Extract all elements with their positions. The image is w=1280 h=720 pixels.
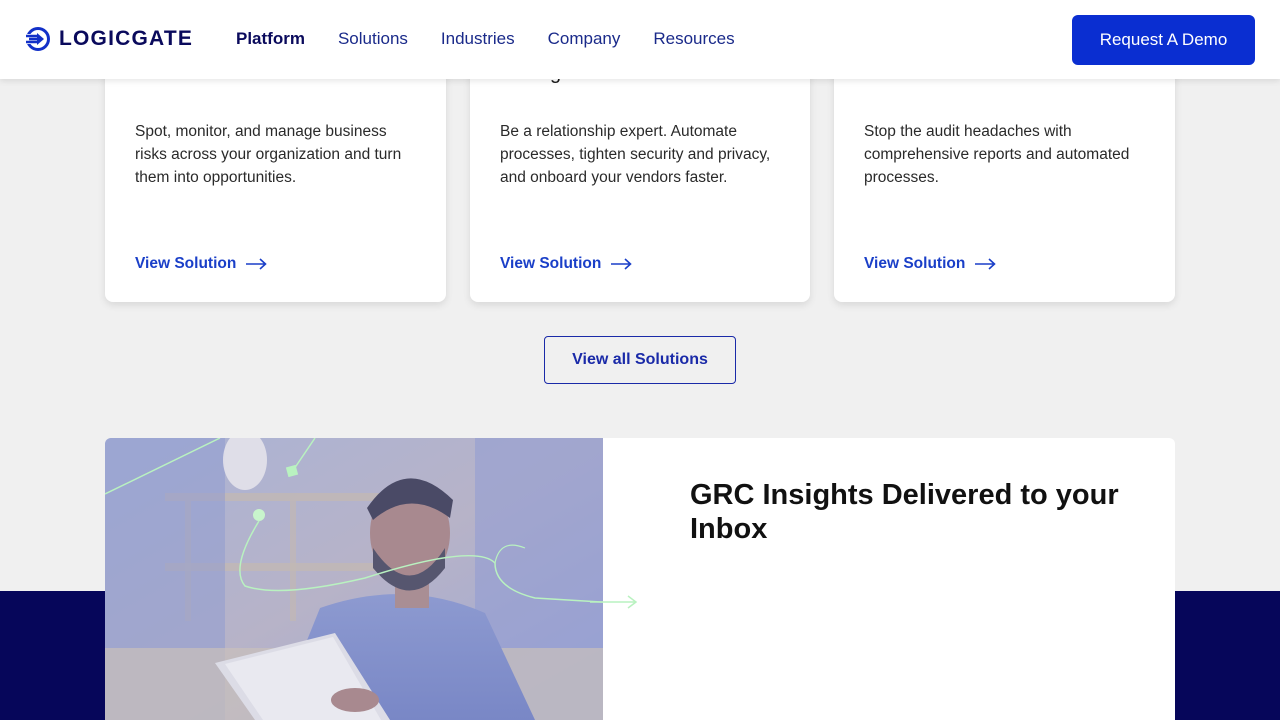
- decor-arrow-icon: [590, 595, 638, 609]
- logo[interactable]: LOGICGATE: [25, 26, 193, 52]
- view-solution-label: View Solution: [500, 255, 602, 272]
- view-solution-link[interactable]: View Solution: [500, 255, 633, 273]
- view-solution-label: View Solution: [135, 255, 237, 272]
- arrow-right-icon: [246, 258, 268, 270]
- nav-industries[interactable]: Industries: [441, 29, 515, 49]
- view-solution-link[interactable]: View Solution: [864, 255, 997, 273]
- newsletter-title: GRC Insights Delivered to your Inbox: [690, 479, 1119, 545]
- nav-solutions[interactable]: Solutions: [338, 29, 408, 49]
- nav-resources[interactable]: Resources: [653, 29, 734, 49]
- nav-platform[interactable]: Platform: [236, 29, 305, 49]
- view-all-solutions-button[interactable]: View all Solutions: [544, 336, 736, 384]
- solution-card-risk: Spot, monitor, and manage business risks…: [105, 40, 446, 302]
- newsletter-section: GRC Insights Delivered to your Inbox: [105, 438, 1175, 720]
- logo-text: LOGICGATE: [59, 27, 194, 50]
- main-nav: Platform Solutions Industries Company Re…: [236, 29, 768, 49]
- nav-company[interactable]: Company: [548, 29, 621, 49]
- solution-card-audit: Stop the audit headaches with comprehens…: [834, 40, 1175, 302]
- site-header: LOGICGATE Platform Solutions Industries …: [0, 0, 1280, 79]
- view-solution-label: View Solution: [864, 255, 966, 272]
- newsletter-photo: [105, 438, 603, 720]
- card-description: Be a relationship expert. Automate proce…: [500, 123, 771, 186]
- arrow-right-icon: [975, 258, 997, 270]
- arrow-right-icon: [611, 258, 633, 270]
- request-demo-button[interactable]: Request A Demo: [1072, 15, 1255, 65]
- logicgate-mark-icon: [25, 27, 50, 51]
- view-solution-link[interactable]: View Solution: [135, 255, 268, 273]
- card-description: Stop the audit headaches with comprehens…: [864, 123, 1130, 186]
- card-description: Spot, monitor, and manage business risks…: [135, 123, 402, 186]
- solution-card-vendor: Management Be a relationship expert. Aut…: [470, 40, 810, 302]
- man-with-laptop-illustration: [105, 438, 603, 720]
